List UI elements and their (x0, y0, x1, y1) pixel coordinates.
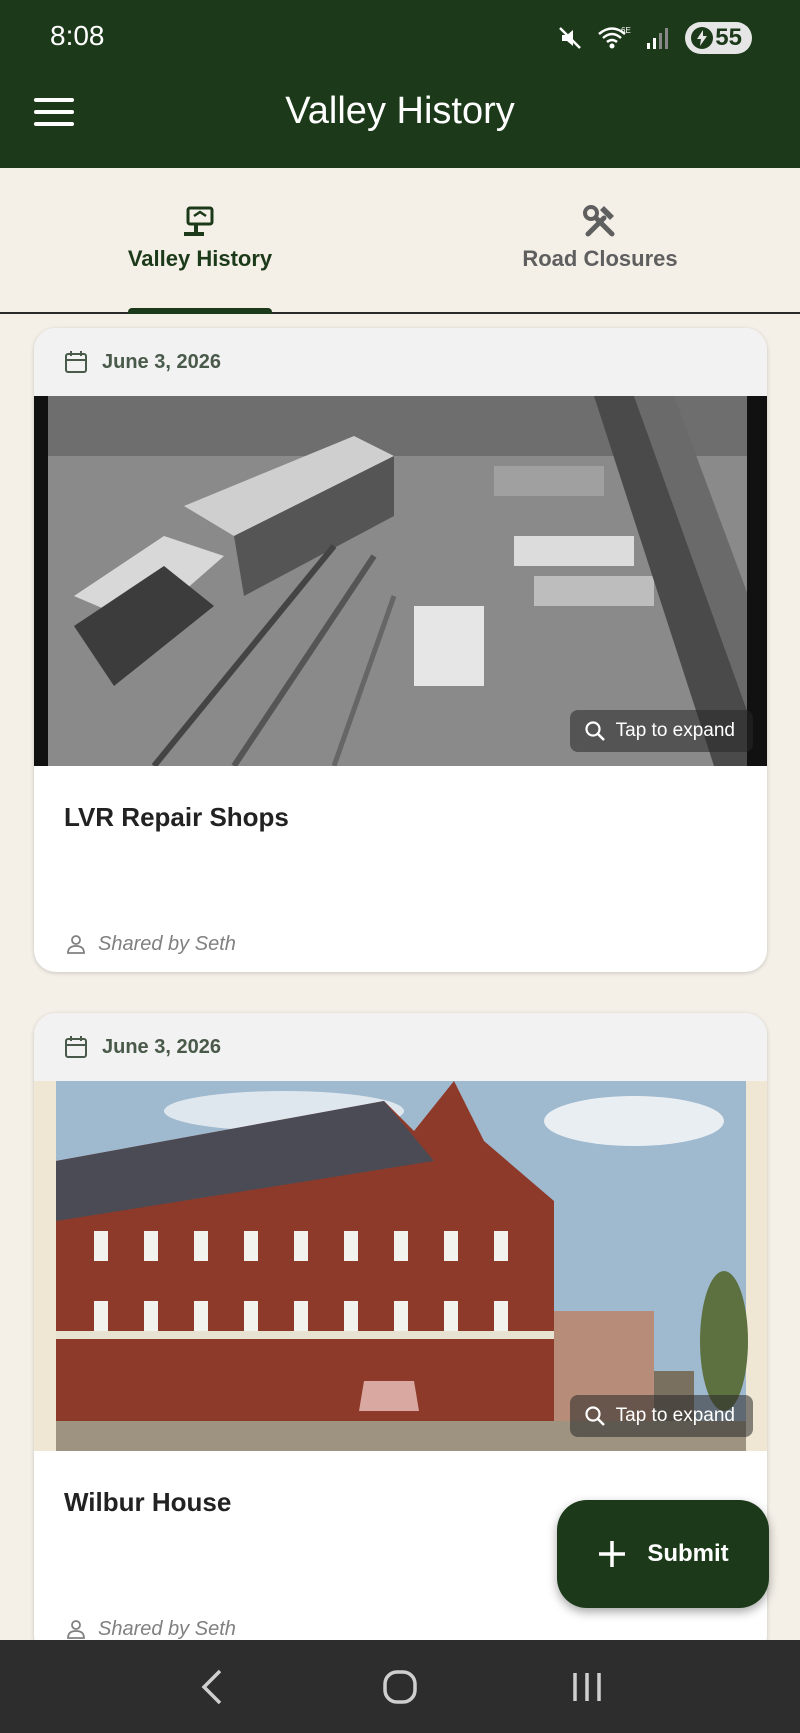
expand-label: Tap to expand (615, 1405, 735, 1426)
mute-icon (559, 27, 582, 49)
author-text: Shared by Seth (98, 932, 236, 955)
tab-label: Road Closures (522, 246, 678, 271)
tab-label: Valley History (127, 246, 273, 271)
post-feed[interactable]: June 3, 2026 Tap to expand LVR Repair Sh… (0, 316, 800, 1640)
person-icon (67, 1620, 85, 1639)
post-image[interactable]: Tap to expand (34, 1081, 767, 1451)
post-image[interactable]: Tap to expand (34, 396, 767, 766)
calendar-icon (65, 351, 87, 373)
back-button[interactable] (183, 1657, 243, 1717)
post-title: LVR Repair Shops (64, 802, 289, 832)
charging-icon (691, 27, 714, 49)
home-icon (383, 1669, 417, 1704)
zoom-icon (585, 1406, 605, 1426)
tap-to-expand-chip[interactable]: Tap to expand (569, 1395, 753, 1437)
tab-bar: Valley History Road Closures (0, 168, 800, 314)
back-icon (201, 1669, 222, 1704)
tools-icon (583, 205, 615, 237)
active-tab-indicator (128, 308, 272, 314)
person-icon (67, 935, 85, 954)
status-icons: 6E 55 (557, 22, 752, 54)
post-date-bar: June 3, 2026 (34, 328, 767, 396)
battery-indicator: 55 (685, 22, 752, 54)
battery-level: 55 (715, 24, 742, 51)
post-date: June 3, 2026 (102, 1035, 221, 1058)
expand-label: Tap to expand (615, 720, 735, 741)
calendar-icon (65, 1036, 87, 1058)
app-title: Valley History (285, 90, 515, 132)
wifi-icon: 6E (598, 26, 631, 49)
svg-text:6E: 6E (621, 26, 631, 35)
post-date: June 3, 2026 (102, 350, 221, 373)
tap-to-expand-chip[interactable]: Tap to expand (569, 710, 753, 752)
tab-road-closures[interactable]: Road Closures (400, 168, 800, 312)
post-date-bar: June 3, 2026 (34, 1013, 767, 1081)
app-header: 8:08 6E 55 Valley History (0, 0, 800, 168)
recents-icon (572, 1672, 601, 1701)
system-nav-bar (0, 1640, 800, 1733)
author-text: Shared by Seth (98, 1617, 236, 1640)
post-card[interactable]: June 3, 2026 (34, 328, 767, 972)
history-sign-icon (184, 206, 214, 236)
submit-label: Submit (647, 1540, 729, 1567)
home-button[interactable] (370, 1657, 430, 1717)
tab-valley-history[interactable]: Valley History (0, 168, 400, 314)
recents-button[interactable] (557, 1657, 617, 1717)
status-time: 8:08 (50, 20, 105, 51)
plus-icon (599, 1541, 626, 1567)
signal-icon (647, 28, 669, 49)
post-author: Shared by Seth (34, 916, 767, 972)
zoom-icon (585, 721, 605, 741)
submit-button[interactable]: Submit (557, 1500, 769, 1608)
